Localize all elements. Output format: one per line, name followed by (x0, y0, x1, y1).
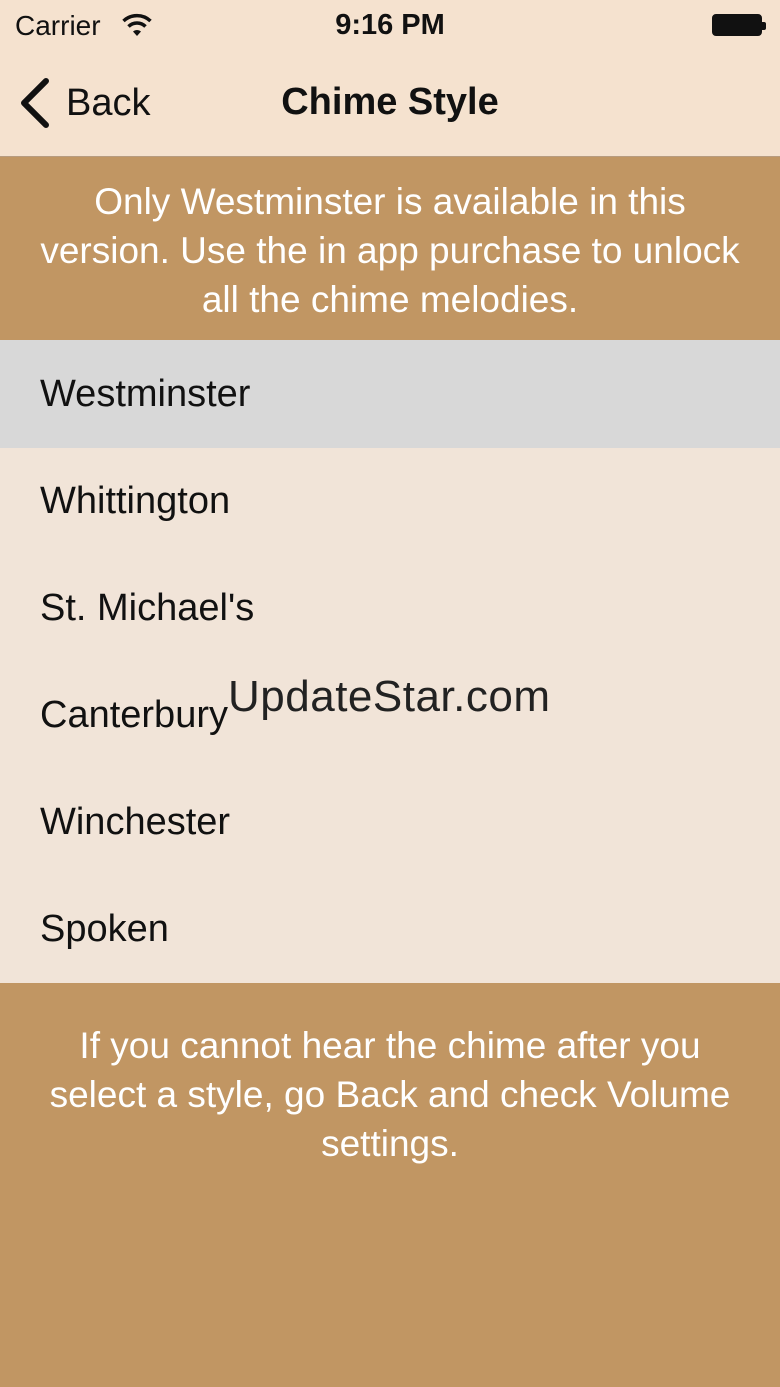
page-title: Chime Style (281, 81, 499, 123)
volume-help-notice: If you cannot hear the chime after you s… (0, 983, 780, 1387)
chime-style-item-canterbury[interactable]: Canterbury (0, 662, 780, 769)
status-bar: Carrier 9:16 PM (0, 0, 780, 55)
chime-style-item-st-michaels[interactable]: St. Michael's (0, 555, 780, 662)
chime-style-item-winchester[interactable]: Winchester (0, 769, 780, 876)
navigation-bar: Back Chime Style (0, 55, 780, 157)
battery-full-icon (712, 14, 766, 36)
upgrade-notice: Only Westminster is available in this ve… (0, 157, 780, 340)
chime-style-item-whittington[interactable]: Whittington (0, 448, 780, 555)
chime-style-list: Westminster Whittington St. Michael's Ca… (0, 340, 780, 983)
chime-style-item-spoken[interactable]: Spoken (0, 876, 780, 983)
chime-style-item-westminster[interactable]: Westminster (0, 340, 780, 448)
status-time: 9:16 PM (335, 9, 445, 41)
